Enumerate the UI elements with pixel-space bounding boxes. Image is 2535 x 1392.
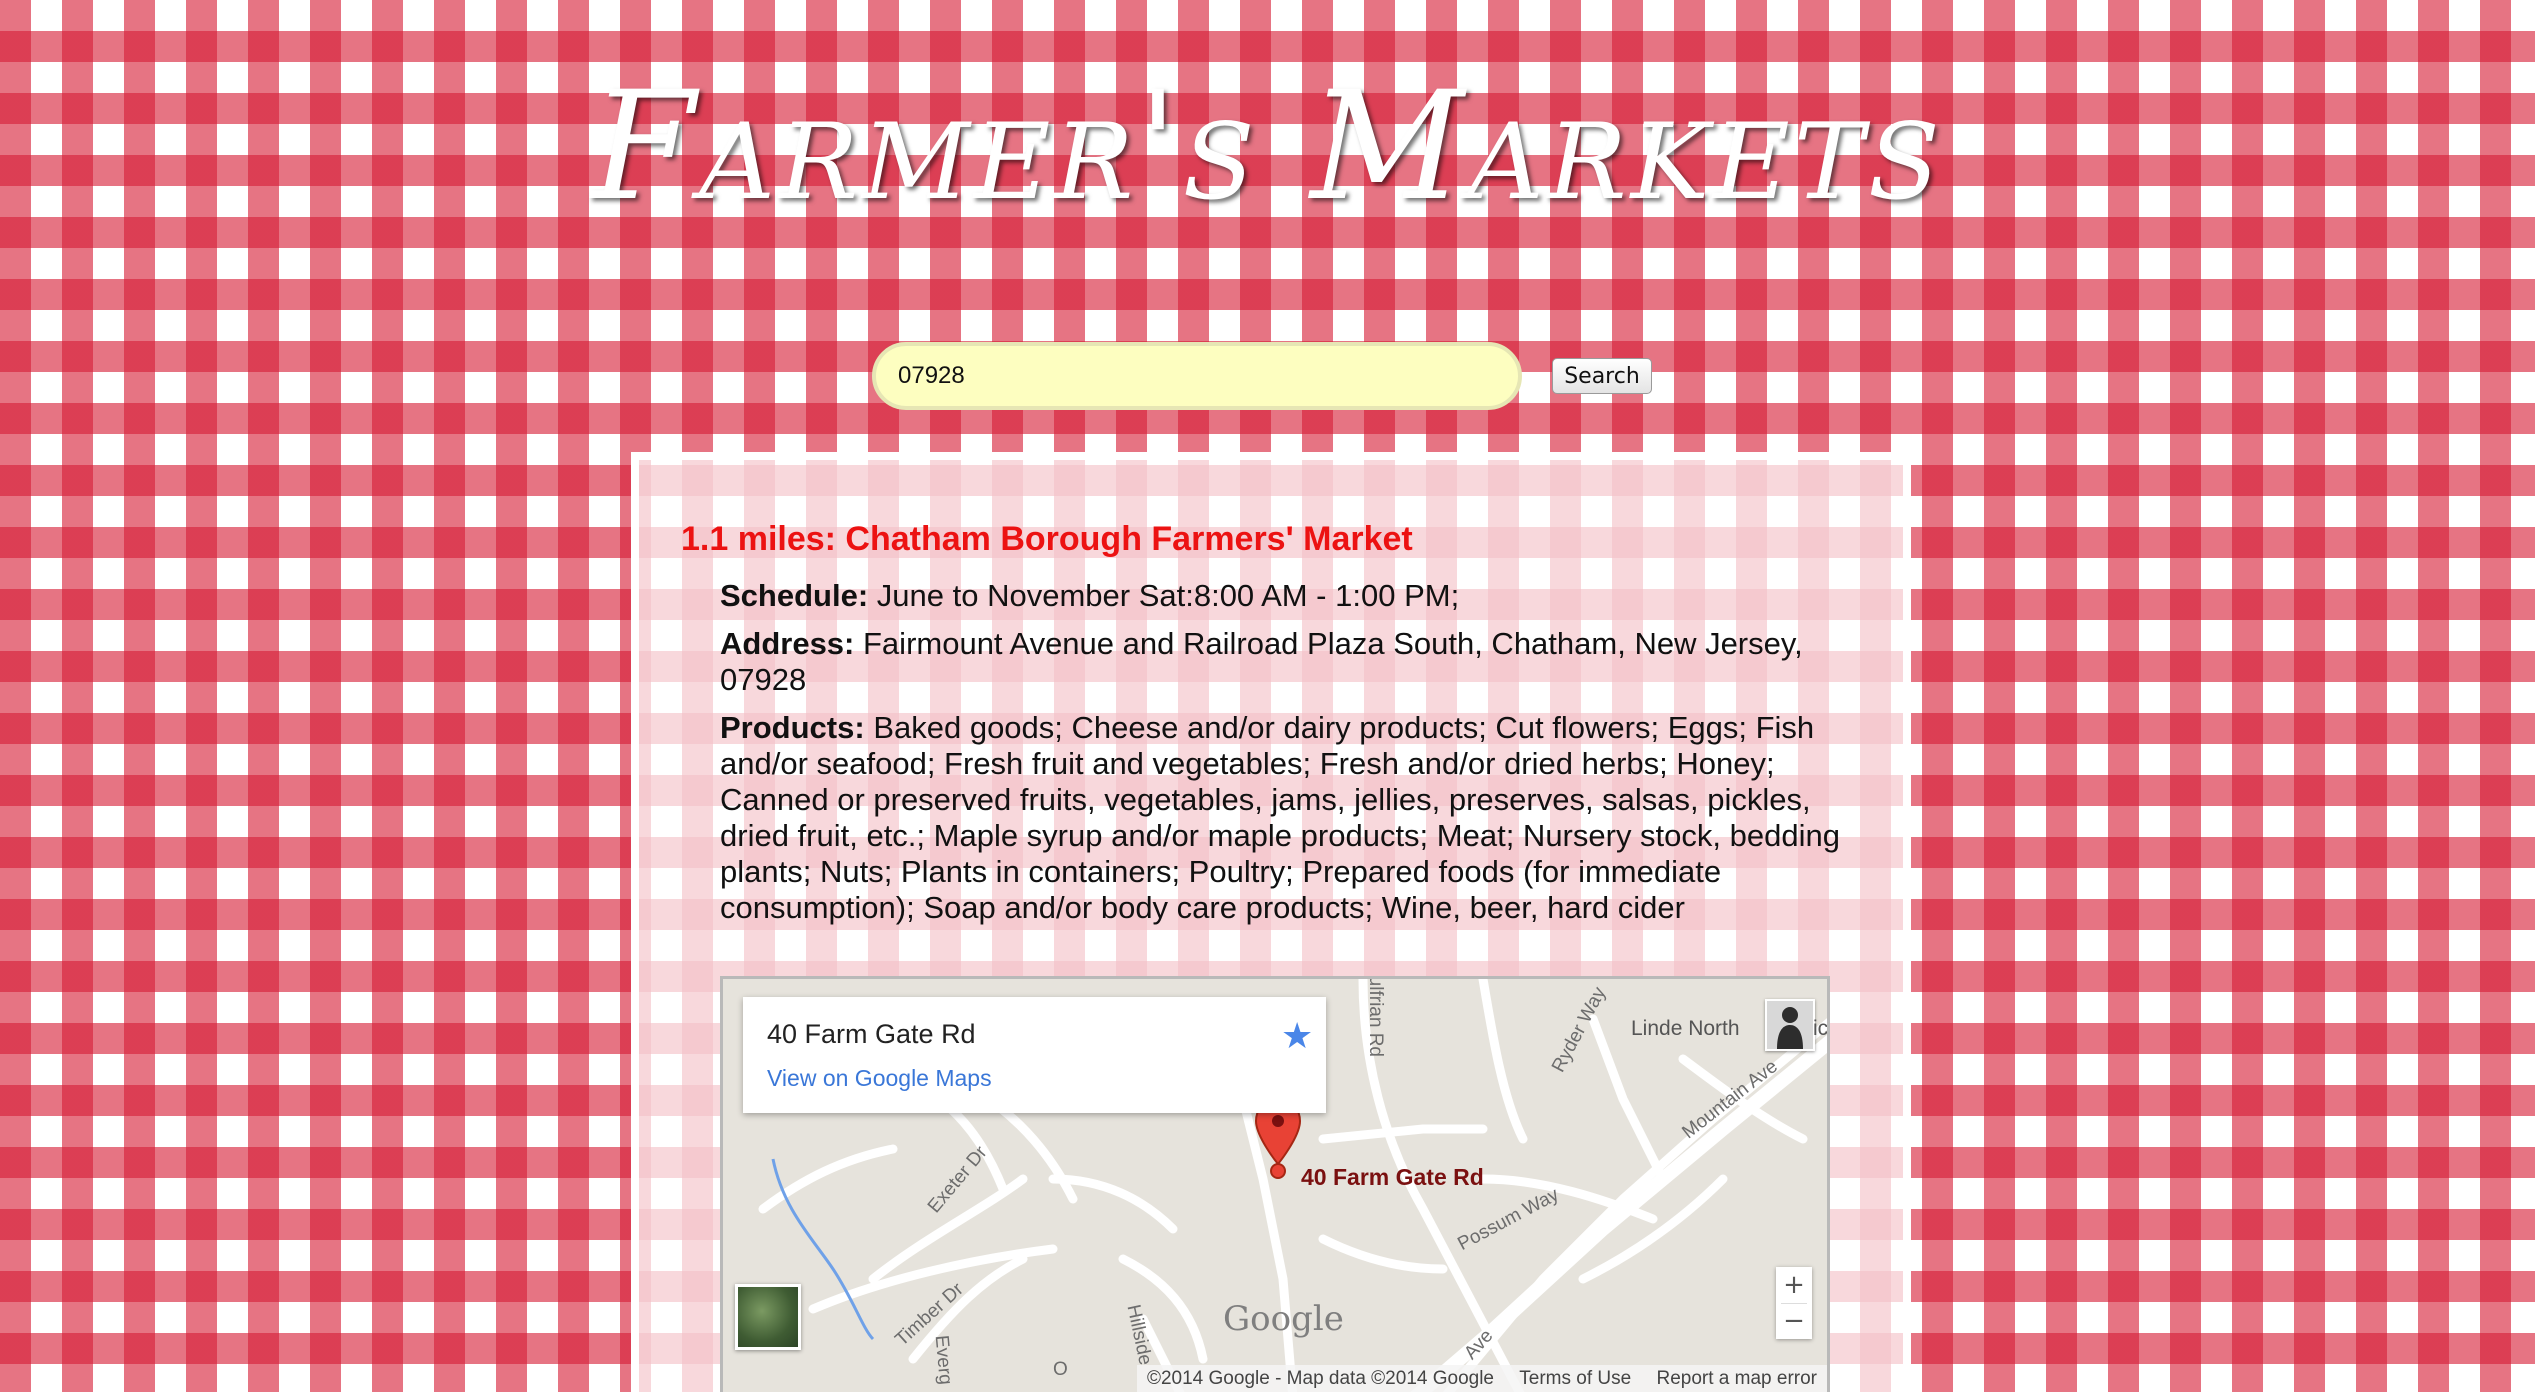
poi-label-cut: ic [1813,1017,1829,1040]
search-button[interactable]: Search [1552,358,1652,394]
schedule-label: Schedule: [720,578,869,613]
terms-of-use-link[interactable]: Terms of Use [1519,1368,1631,1389]
pegman-icon[interactable] [1765,999,1815,1051]
market-title[interactable]: 1.1 miles: Chatham Borough Farmers' Mark… [681,520,1413,559]
zoom-out-button[interactable]: − [1776,1303,1812,1339]
street-label-o: O [1053,1359,1068,1380]
poi-label-text: Linde North [1631,1017,1740,1040]
view-on-google-maps-link[interactable]: View on Google Maps [767,1065,992,1092]
map-copyright: ©2014 Google - Map data ©2014 Google [1146,1368,1494,1389]
address-value: Fairmount Avenue and Railroad Plaza Sout… [720,626,1803,697]
poi-label: Linde North [1631,1017,1740,1041]
report-map-error-link[interactable]: Report a map error [1656,1368,1817,1389]
person-photo-icon [1777,1007,1803,1049]
search-input[interactable] [872,342,1522,410]
map-info-window: 40 Farm Gate Rd View on Google Maps ★ [743,997,1326,1113]
marker-label: 40 Farm Gate Rd [1301,1164,1484,1190]
map-footer: ©2014 Google - Map data ©2014 Google Ter… [1136,1365,1827,1392]
google-logo: Google [1223,1299,1344,1339]
products-value: Baked goods; Cheese and/or dairy product… [720,710,1840,925]
google-map[interactable]: Sulfrian Rd Ryder Way Mountain Ave Exete… [720,976,1830,1392]
products-row: Products: Baked goods; Cheese and/or dai… [720,710,1845,926]
zoom-divider [1781,1303,1807,1304]
schedule-row: Schedule: June to November Sat:8:00 AM -… [720,578,1845,614]
address-label: Address: [720,626,855,661]
page-title: Farmer's Markets [591,60,1944,234]
street-label-everg: Everg [930,1334,956,1386]
products-label: Products: [720,710,865,745]
satellite-toggle-button[interactable] [735,1284,801,1350]
street-label-sulfrian: Sulfrian Rd [1365,976,1386,1057]
info-address: 40 Farm Gate Rd [767,1019,976,1049]
market-details: Schedule: June to November Sat:8:00 AM -… [720,578,1845,938]
zoom-control: + − [1776,1267,1812,1339]
zoom-in-button[interactable]: + [1776,1267,1812,1303]
star-icon[interactable]: ★ [1281,1015,1313,1057]
results-panel: 1.1 miles: Chatham Borough Farmers' Mark… [631,452,1911,1392]
address-row: Address: Fairmount Avenue and Railroad P… [720,626,1845,698]
schedule-value: June to November Sat:8:00 AM - 1:00 PM; [876,578,1460,613]
